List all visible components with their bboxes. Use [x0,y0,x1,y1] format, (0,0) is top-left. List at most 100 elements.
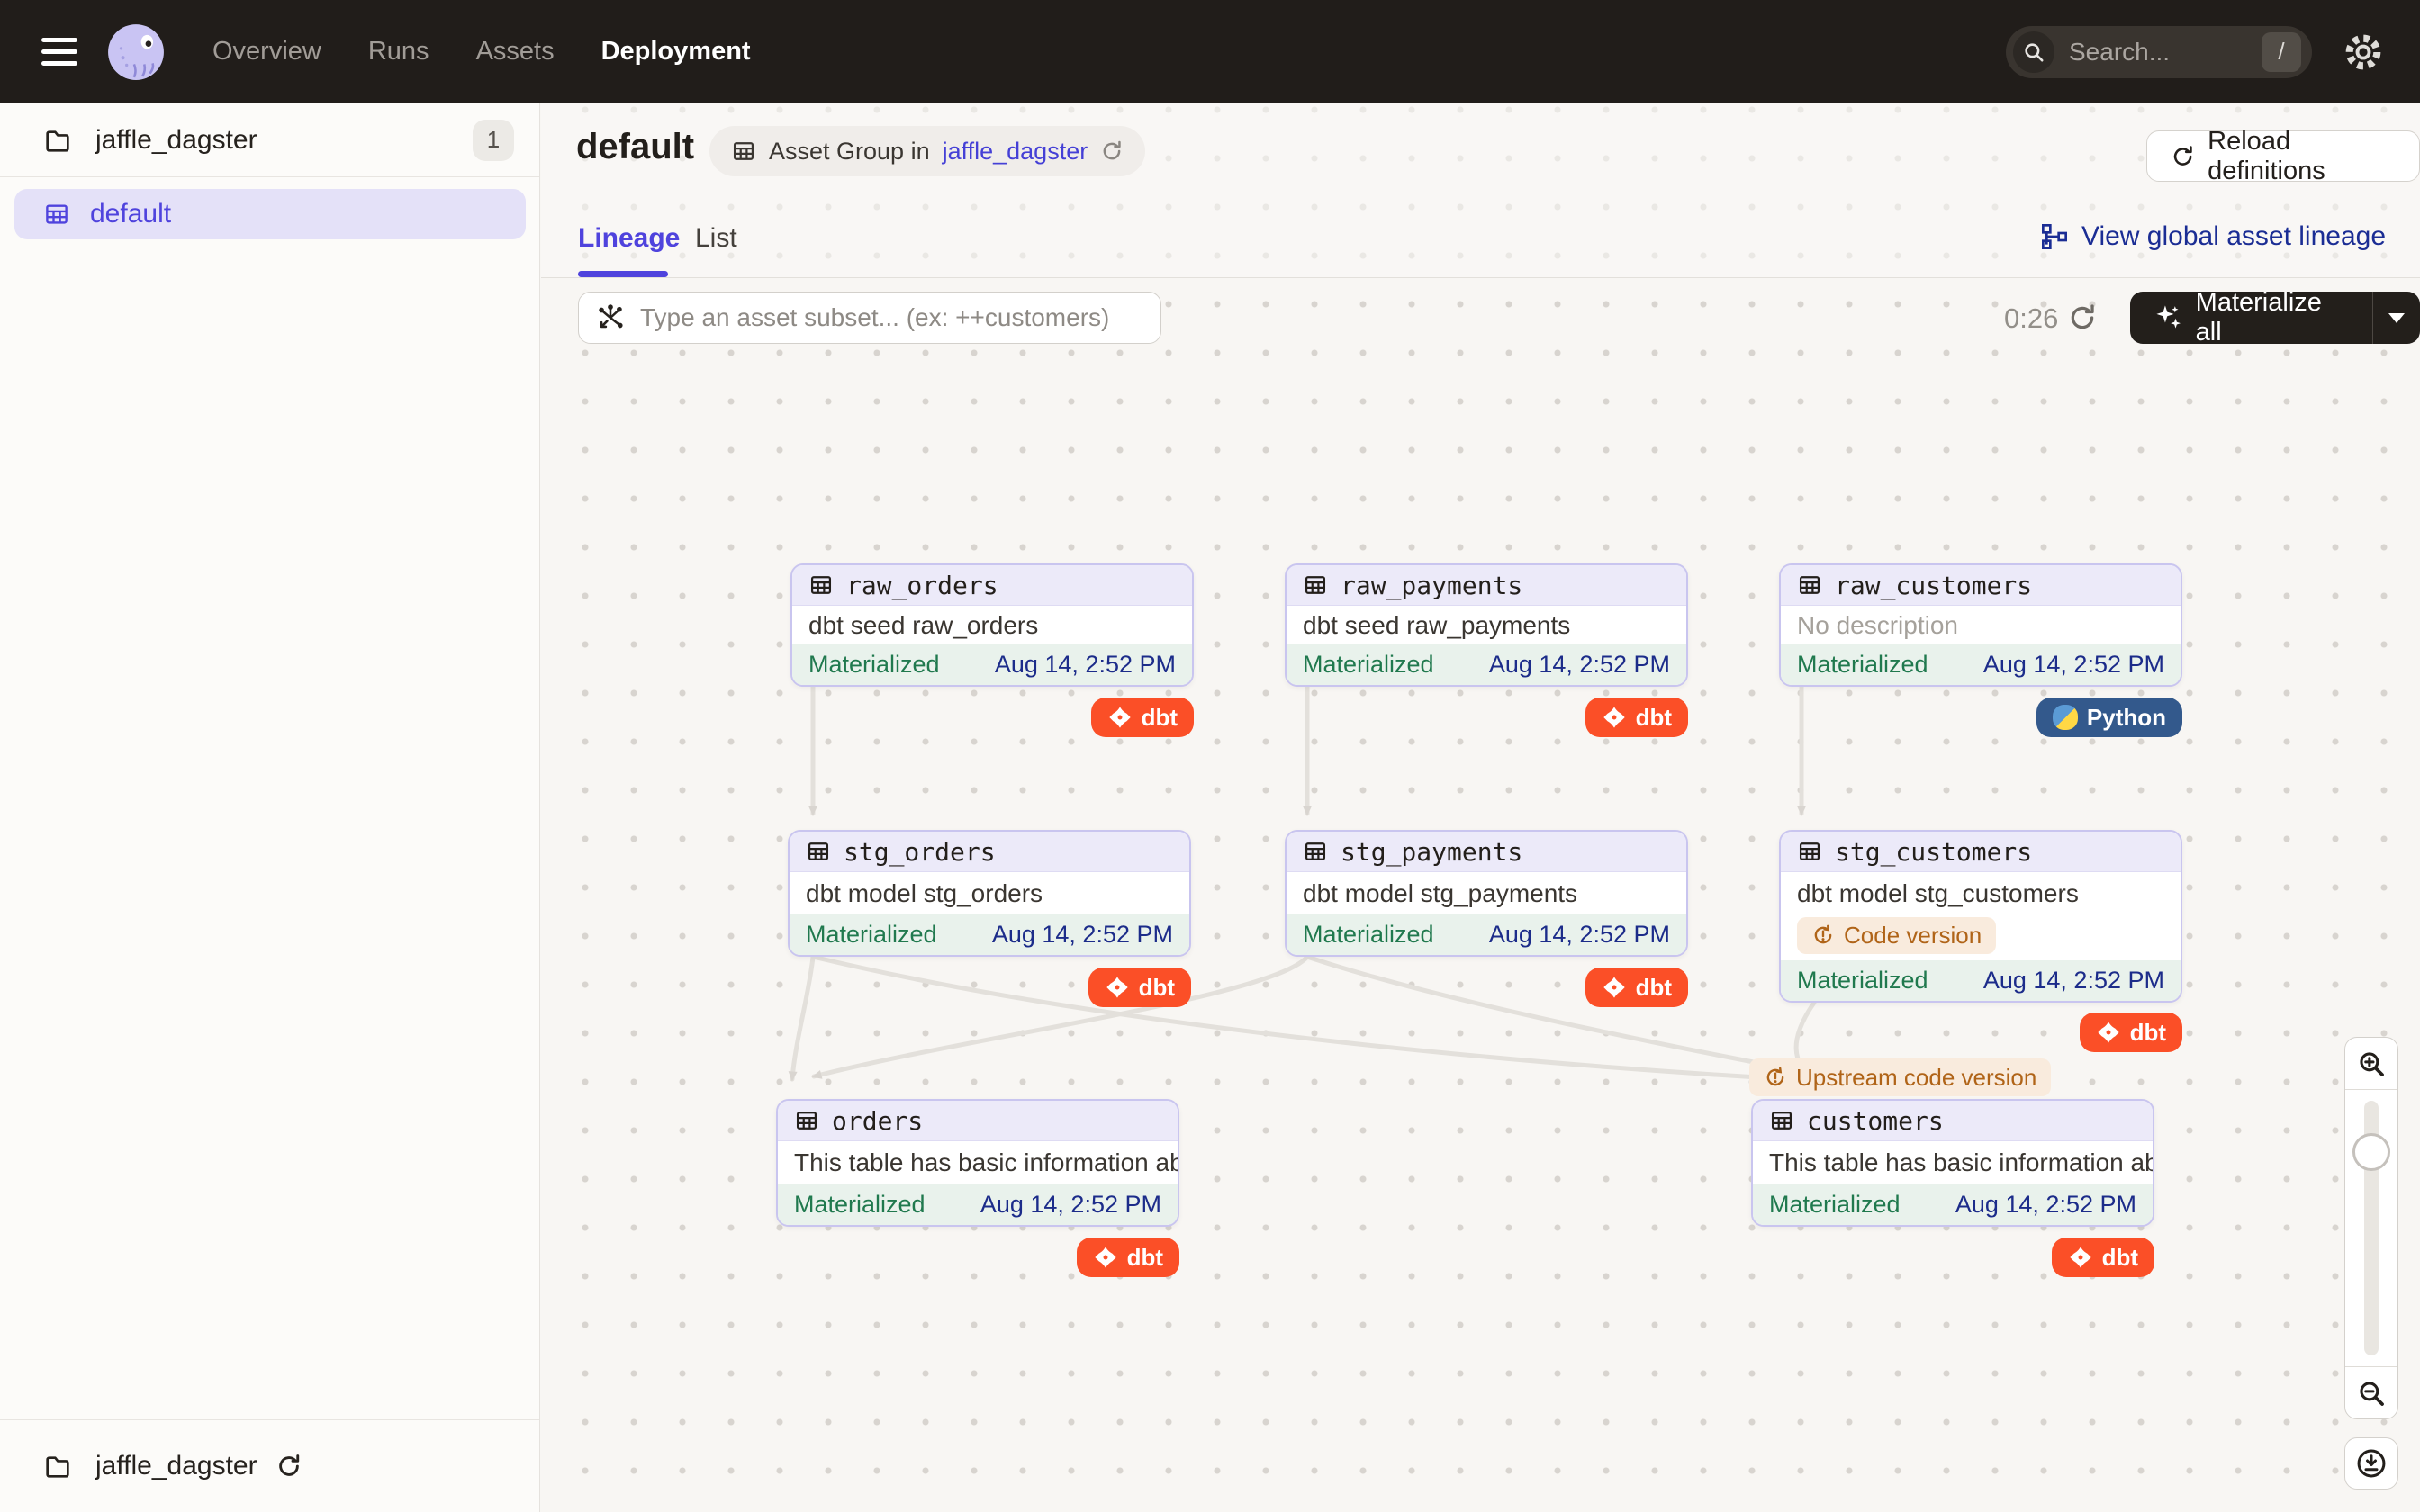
refresh-icon[interactable] [275,1453,302,1480]
tab-list[interactable]: List [695,223,737,254]
nav-right-section: / [2006,26,2384,78]
materialized-status: Materialized [806,921,937,949]
search-icon [2013,32,2054,73]
nav-item-deployment[interactable]: Deployment [601,37,751,67]
asset-node-orders[interactable]: orders This table has basic information … [776,1099,1179,1227]
search-shortcut-key: / [2262,32,2301,72]
reload-definitions-button[interactable]: Reload definitions [2146,130,2420,182]
code-version-badge[interactable]: Code version [1797,917,1996,954]
materialized-status: Materialized [1797,967,1928,994]
folder-icon [43,126,72,155]
table-icon [806,839,831,864]
asset-status-row: Materialized Aug 14, 2:52 PM [1781,960,2181,1001]
asset-status-row: Materialized Aug 14, 2:52 PM [778,1184,1178,1225]
materialized-timestamp[interactable]: Aug 14, 2:52 PM [992,921,1173,949]
zoom-out-button[interactable] [2345,1366,2397,1418]
asset-node-header: stg_payments [1287,832,1686,872]
nav-item-overview[interactable]: Overview [212,37,321,67]
asset-node-stg-payments[interactable]: stg_payments dbt model stg_payments Mate… [1285,830,1688,957]
materialize-options-button[interactable] [2373,292,2420,344]
folder-icon [43,1452,72,1480]
asset-status-row: Materialized Aug 14, 2:52 PM [1781,644,2181,685]
sidebar-footer: jaffle_dagster [0,1419,539,1512]
dbt-icon [1602,975,1627,1000]
asset-name: raw_payments [1341,571,1522,600]
materialize-all-button-group: Materialize all [2130,292,2420,344]
tab-lineage[interactable]: Lineage [578,223,680,254]
materialize-all-label: Materialize all [2196,288,2349,347]
zoom-slider-thumb[interactable] [2352,1133,2390,1171]
menu-icon[interactable] [41,38,77,66]
asset-description: dbt model stg_payments [1287,872,1686,914]
asset-subset-filter[interactable] [578,292,1161,344]
settings-gear-icon[interactable] [2343,32,2384,73]
asset-node-raw-customers[interactable]: raw_customers No description Materialize… [1779,563,2182,687]
chevron-down-icon [2388,313,2405,323]
materialized-timestamp[interactable]: Aug 14, 2:52 PM [1983,967,2164,994]
zoom-in-button[interactable] [2345,1038,2397,1090]
nav-item-assets[interactable]: Assets [476,37,555,67]
asset-node-header: stg_customers [1781,832,2181,872]
asset-description: This table has basic information about .… [778,1141,1178,1184]
asset-node-header: raw_customers [1781,565,2181,606]
materialized-timestamp[interactable]: Aug 14, 2:52 PM [1983,651,2164,679]
materialized-timestamp[interactable]: Aug 14, 2:52 PM [1955,1191,2136,1219]
asset-group-icon [43,201,70,228]
materialized-status: Materialized [1797,651,1928,679]
python-badge: Python [2036,698,2182,737]
sidebar-item-default[interactable]: default [14,189,526,239]
asset-description: This table has basic information about .… [1753,1141,2153,1184]
download-graph-button[interactable] [2344,1437,2398,1490]
asset-description: dbt model stg_orders [790,872,1189,914]
refresh-icon[interactable] [1100,140,1124,163]
asset-status-row: Materialized Aug 14, 2:52 PM [1287,914,1686,955]
asset-name: raw_orders [846,571,998,600]
nav-menu: Overview Runs Assets Deployment [212,37,751,67]
materialized-timestamp[interactable]: Aug 14, 2:52 PM [1489,651,1670,679]
asset-node-stg-customers[interactable]: stg_customers dbt model stg_customers Co… [1779,830,2182,1003]
materialize-all-button[interactable]: Materialize all [2130,292,2372,344]
upstream-code-version-badge[interactable]: Upstream code version [1749,1058,2051,1096]
asset-node-raw-orders[interactable]: raw_orders dbt seed raw_orders Materiali… [790,563,1194,687]
sidebar-group-label: jaffle_dagster [95,125,257,156]
nav-item-runs[interactable]: Runs [368,37,429,67]
asset-group-icon [731,139,756,164]
asset-node-stg-orders[interactable]: stg_orders dbt model stg_orders Material… [788,830,1191,957]
tabs-divider [541,277,2420,278]
asset-description: dbt seed raw_payments [1287,606,1686,644]
asset-selection-icon [595,302,626,333]
dbt-badge: dbt [1585,698,1688,737]
materialized-timestamp[interactable]: Aug 14, 2:52 PM [995,651,1176,679]
asset-status-row: Materialized Aug 14, 2:52 PM [790,914,1189,955]
download-icon [2355,1447,2388,1480]
table-icon [808,572,834,598]
code-location-link[interactable]: jaffle_dagster [943,138,1088,166]
context-badge-text: Asset Group in [769,138,930,166]
reload-icon [2171,143,2195,170]
asset-subset-input[interactable] [638,302,1144,333]
asset-status-row: Materialized Aug 14, 2:52 PM [792,644,1192,685]
asset-name: customers [1807,1106,1944,1136]
zoom-controls [2344,1037,2398,1419]
asset-description: dbt model stg_customers Code version [1781,872,2181,960]
view-global-asset-lineage-link[interactable]: View global asset lineage [2040,221,2386,252]
asset-node-customers[interactable]: customers This table has basic informati… [1751,1099,2154,1227]
asset-description: No description [1781,606,2181,644]
dbt-icon [2096,1020,2121,1045]
sparkle-icon [2154,302,2183,333]
sidebar-group-jaffle-dagster[interactable]: jaffle_dagster 1 [0,104,539,177]
table-icon [1797,839,1822,864]
search-input[interactable] [2067,37,2262,68]
refresh-graph-icon[interactable] [2067,302,2098,333]
asset-node-raw-payments[interactable]: raw_payments dbt seed raw_payments Mater… [1285,563,1688,687]
table-icon [1769,1108,1794,1133]
dbt-badge: dbt [1091,698,1194,737]
materialized-timestamp[interactable]: Aug 14, 2:52 PM [980,1191,1161,1219]
materialized-timestamp[interactable]: Aug 14, 2:52 PM [1489,921,1670,949]
dagster-logo-icon[interactable] [106,22,166,82]
zoom-slider[interactable] [2345,1090,2397,1366]
materialized-status: Materialized [1303,921,1434,949]
asset-description: dbt seed raw_orders [792,606,1192,644]
search-box[interactable]: / [2006,26,2312,78]
refresh-timer: 0:26 [2004,302,2058,335]
